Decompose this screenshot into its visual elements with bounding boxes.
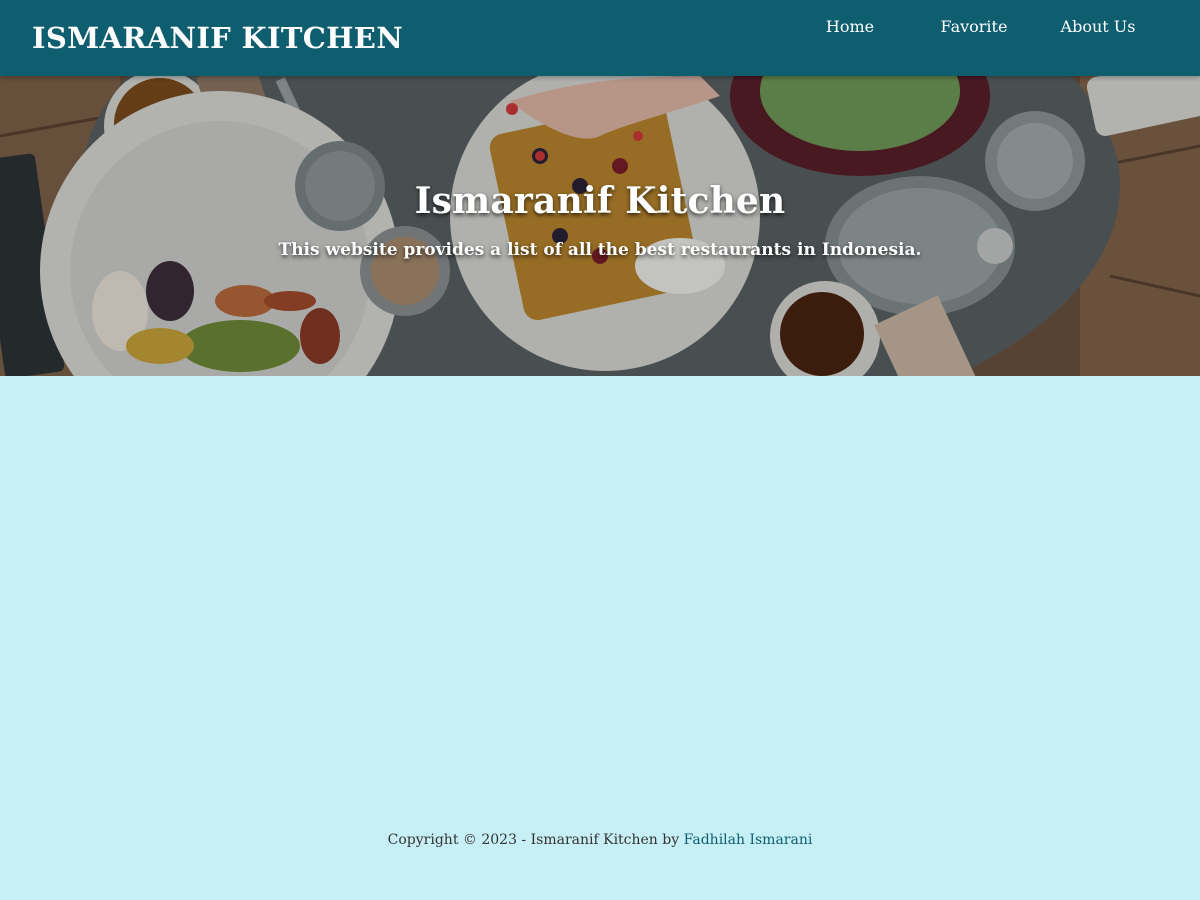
- main-content: [0, 376, 1200, 800]
- copyright-text: Copyright © 2023 - Ismaranif Kitchen by: [387, 832, 680, 848]
- nav-home-link[interactable]: Home: [788, 0, 912, 50]
- footer: Copyright © 2023 - Ismaranif Kitchen by …: [0, 832, 1200, 848]
- author-link[interactable]: Fadhilah Ismarani: [684, 832, 813, 848]
- hero-title: Ismaranif Kitchen: [414, 180, 786, 222]
- nav-favorite-link[interactable]: Favorite: [912, 0, 1036, 50]
- main-nav: Home Favorite About Us: [788, 0, 1160, 76]
- nav-about-us-link[interactable]: About Us: [1036, 0, 1160, 50]
- hero-subtitle: This website provides a list of all the …: [278, 240, 922, 260]
- brand-title[interactable]: ISMARANIF KITCHEN: [32, 21, 403, 55]
- hero-text: Ismaranif Kitchen This website provides …: [0, 180, 1200, 260]
- app-bar: ISMARANIF KITCHEN Home Favorite About Us: [0, 0, 1200, 76]
- hero-banner: Ismaranif Kitchen This website provides …: [0, 76, 1200, 376]
